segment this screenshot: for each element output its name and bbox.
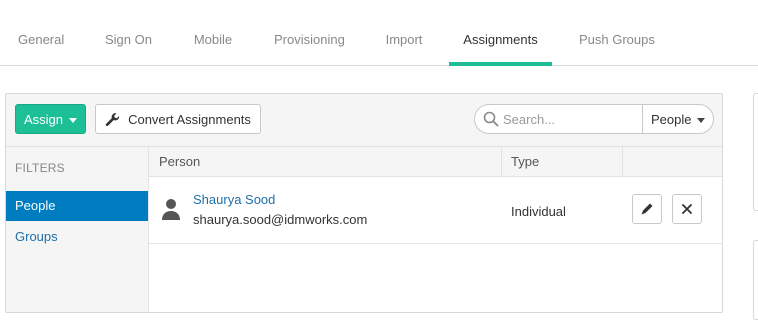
table-row: Shaurya Sood shaurya.sood@idmworks.com I… — [149, 177, 722, 244]
tab-provisioning[interactable]: Provisioning — [274, 0, 345, 66]
remove-assignment-button[interactable] — [672, 194, 702, 224]
edit-icon — [641, 203, 653, 215]
filters-sidebar: FILTERS People Groups — [6, 147, 149, 312]
tab-bar: General Sign On Mobile Provisioning Impo… — [0, 0, 758, 66]
edit-assignment-button[interactable] — [632, 194, 662, 224]
wrench-icon — [105, 112, 120, 126]
assignments-table: Person Type Shaurya Sood shaurya.sood@id… — [149, 147, 722, 312]
search-box: People — [474, 104, 714, 134]
convert-assignments-label: Convert Assignments — [128, 111, 251, 127]
assignments-toolbar: Assign Convert Assignments People — [6, 94, 722, 147]
search-input[interactable] — [503, 109, 635, 129]
chevron-down-icon — [69, 117, 78, 123]
chevron-down-icon — [697, 117, 706, 123]
search-icon — [483, 111, 499, 127]
side-panel — [753, 93, 758, 211]
filter-groups[interactable]: Groups — [6, 222, 148, 252]
close-icon — [682, 204, 692, 214]
convert-assignments-button[interactable]: Convert Assignments — [95, 104, 261, 134]
person-icon — [162, 199, 180, 220]
tab-general[interactable]: General — [18, 0, 64, 66]
person-type: Individual — [511, 204, 566, 219]
person-email: shaurya.sood@idmworks.com — [193, 212, 368, 227]
tab-import[interactable]: Import — [385, 0, 423, 66]
search-scope-select[interactable]: People — [642, 105, 713, 133]
side-panel — [753, 240, 758, 320]
filter-people[interactable]: People — [6, 191, 148, 221]
active-tab-indicator — [449, 62, 552, 66]
assign-button[interactable]: Assign — [15, 104, 86, 134]
tab-assignments[interactable]: Assignments — [449, 0, 552, 66]
column-header-actions — [622, 147, 722, 177]
assignments-panel: Assign Convert Assignments People FILTER… — [5, 93, 723, 313]
tab-sign-on[interactable]: Sign On — [105, 0, 152, 66]
column-header-type[interactable]: Type — [501, 147, 622, 177]
tab-mobile[interactable]: Mobile — [193, 0, 233, 66]
tab-push-groups[interactable]: Push Groups — [579, 0, 655, 66]
person-name-link[interactable]: Shaurya Sood — [193, 192, 275, 207]
filters-title: FILTERS — [15, 161, 65, 175]
column-header-person[interactable]: Person — [149, 147, 501, 177]
assign-button-label: Assign — [23, 111, 64, 127]
search-scope-value: People — [651, 111, 692, 127]
table-header: Person Type — [149, 147, 722, 177]
